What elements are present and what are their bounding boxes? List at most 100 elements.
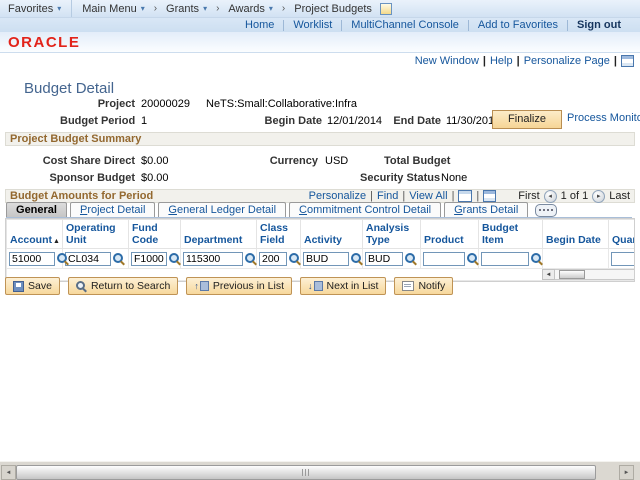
product-lookup-icon[interactable] [467, 252, 479, 265]
sponsor-budget-label: Sponsor Budget [49, 172, 135, 184]
multichannel-console-link[interactable]: MultiChannel Console [342, 19, 468, 31]
project-label: Project [97, 98, 135, 110]
analysis-type-input[interactable] [365, 251, 403, 266]
budget-item-lookup-icon[interactable] [531, 252, 543, 265]
activity-lookup-icon[interactable] [351, 252, 363, 265]
project-budget-summary-header: Project Budget Summary [5, 132, 635, 146]
first-label: First [518, 190, 540, 202]
scroll-left-icon[interactable]: ◄ [542, 269, 555, 280]
finalize-button[interactable]: Finalize [492, 110, 562, 129]
begin-date-label: Begin Date [264, 115, 322, 127]
worklist-link[interactable]: Worklist [284, 19, 341, 31]
personalize-link[interactable]: Personalize [309, 190, 366, 202]
fund-code-input[interactable] [131, 251, 167, 266]
separator: | [451, 190, 455, 202]
help-link[interactable]: Help [490, 55, 513, 67]
column-header-begin-date[interactable]: Begin Date [542, 219, 609, 249]
next-in-list-button[interactable]: ↓ Next in List [300, 277, 387, 295]
tab-label: Commitment Control Detail [299, 204, 432, 216]
notify-button[interactable]: Notify [394, 277, 454, 295]
find-link[interactable]: Find [377, 190, 398, 202]
scrollbar-track[interactable] [555, 269, 634, 280]
scroll-right-icon[interactable]: ► [619, 465, 634, 480]
column-header-department[interactable]: Department [180, 219, 257, 249]
tab-project-detail[interactable]: Project Detail [69, 202, 156, 217]
total-budget-label: Total Budget [384, 155, 451, 167]
next-row-icon[interactable]: ▸ [592, 189, 606, 203]
account-lookup-icon[interactable] [57, 252, 69, 265]
class-field-lookup-icon[interactable] [289, 252, 301, 265]
separator: | [516, 55, 520, 67]
zoom-grid-icon[interactable] [483, 190, 497, 202]
awards-label: Awards [228, 2, 265, 15]
breadcrumb-separator-icon: › [281, 3, 286, 14]
process-monitor-link[interactable]: Process Monitor [567, 112, 640, 124]
scrollbar-thumb[interactable] [16, 465, 596, 480]
peoplesoft-window: Favorites ▾ Main Menu ▾ › Grants ▾ › Awa… [0, 0, 640, 480]
column-header-analysis-type[interactable]: Analysis Type [362, 219, 421, 249]
row-counter: 1 of 1 [560, 190, 589, 202]
analysis-type-lookup-icon[interactable] [405, 252, 417, 265]
tab-grants-detail[interactable]: Grants Detail [444, 202, 529, 217]
column-header-product[interactable]: Product [420, 219, 479, 249]
save-button[interactable]: Save [5, 277, 60, 295]
column-header-operating-unit[interactable]: Operating Unit [62, 219, 129, 249]
add-to-favorites-link[interactable]: Add to Favorites [469, 19, 567, 31]
fund-code-lookup-icon[interactable] [169, 252, 181, 265]
download-to-excel-icon[interactable] [458, 190, 473, 202]
layout-grid-icon[interactable] [621, 55, 634, 67]
column-header-activity[interactable]: Activity [300, 219, 363, 249]
cost-share-direct-label: Cost Share Direct [42, 155, 135, 167]
search-icon [75, 280, 87, 292]
button-label: Save [28, 280, 52, 292]
personalize-page-link[interactable]: Personalize Page [524, 55, 610, 67]
column-label: Budget Item [482, 222, 519, 246]
product-input[interactable] [423, 251, 465, 266]
operating-unit-input[interactable] [65, 251, 111, 266]
column-header-fund-code[interactable]: Fund Code [128, 219, 181, 249]
page-actions: New Window | Help | Personalize Page | [415, 55, 634, 67]
view-all-link[interactable]: View All [409, 190, 447, 202]
new-window-link[interactable]: New Window [415, 55, 479, 67]
return-to-search-button[interactable]: Return to Search [67, 277, 179, 295]
sign-out-link[interactable]: Sign out [568, 19, 630, 31]
save-disk-icon [13, 280, 24, 292]
main-menu[interactable]: Main Menu ▾ [74, 3, 152, 15]
column-header-budget-item[interactable]: Budget Item [478, 219, 543, 249]
scrollbar-thumb[interactable] [559, 270, 585, 279]
operating-unit-lookup-icon[interactable] [113, 252, 125, 265]
department-lookup-icon[interactable] [245, 252, 257, 265]
previous-in-list-button[interactable]: ↑ Previous in List [186, 277, 293, 295]
account-input[interactable] [9, 251, 55, 266]
favorites-menu[interactable]: Favorites ▾ [0, 3, 69, 15]
tab-commitment-control-detail[interactable]: Commitment Control Detail [289, 202, 442, 217]
home-link[interactable]: Home [236, 19, 283, 31]
tab-general-ledger-detail[interactable]: General Ledger Detail [158, 202, 287, 217]
edit-page-icon[interactable] [379, 2, 392, 15]
quantity-input[interactable] [611, 251, 634, 266]
previous-row-icon[interactable]: ◂ [543, 189, 557, 203]
breadcrumb-current-page: Project Budgets [286, 2, 400, 15]
show-all-columns-icon[interactable] [535, 203, 558, 217]
scroll-left-icon[interactable]: ◄ [1, 465, 16, 480]
department-input[interactable] [183, 251, 243, 266]
column-label: Activity [304, 234, 342, 246]
grid-horizontal-scrollbar: ◄ ► [542, 269, 634, 280]
column-header-class-field[interactable]: Class Field [256, 219, 301, 249]
budget-item-input[interactable] [481, 251, 529, 266]
cost-share-direct-value: $0.00 [141, 155, 169, 167]
last-label: Last [609, 190, 630, 202]
breadcrumb-grants[interactable]: Grants ▾ [158, 3, 215, 15]
column-header-quantity[interactable]: Quantity [608, 219, 634, 249]
tab-general[interactable]: General [6, 202, 67, 217]
breadcrumb-separator-icon: › [153, 3, 158, 14]
column-label: Account [10, 234, 52, 246]
column-header-account[interactable]: Account▲ [6, 219, 63, 249]
breadcrumb-awards[interactable]: Awards ▾ [220, 3, 281, 15]
oracle-logo: ORACLE [8, 34, 81, 51]
arrow-up-icon: ↑ [194, 281, 209, 291]
favorites-label: Favorites [8, 2, 54, 15]
activity-input[interactable] [303, 251, 349, 266]
class-field-input[interactable] [259, 251, 287, 266]
arrow-down-icon: ↓ [308, 281, 323, 291]
